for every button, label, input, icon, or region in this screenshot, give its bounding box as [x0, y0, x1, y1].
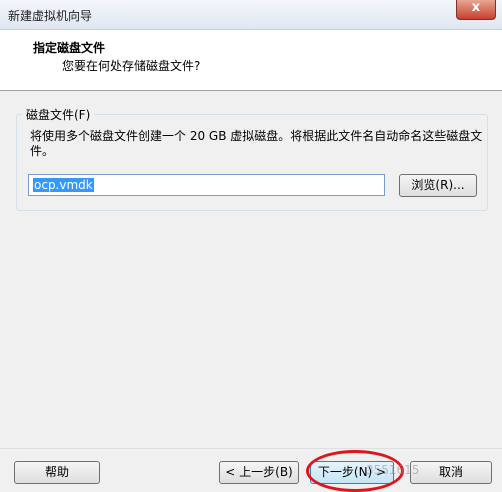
close-button[interactable]: x — [456, 0, 496, 20]
close-icon: x — [471, 0, 481, 15]
help-button[interactable]: 帮助 — [14, 461, 100, 484]
title-bar: 新建虚拟机向导 x — [0, 0, 502, 30]
wizard-content: 磁盘文件(F) 将使用多个磁盘文件创建一个 20 GB 虚拟磁盘。将根据此文件名… — [0, 91, 502, 448]
page-subtitle: 您要在何处存储磁盘文件? — [62, 59, 201, 73]
window-title: 新建虚拟机向导 — [8, 9, 93, 23]
disk-file-description: 将使用多个磁盘文件创建一个 20 GB 虚拟磁盘。将根据此文件名自动命名这些磁盘… — [30, 129, 483, 158]
wizard-footer: 帮助 < 上一步(B) 下一步(N) > 取消 — [0, 448, 502, 492]
back-button[interactable]: < 上一步(B) — [219, 461, 299, 484]
disk-file-group-label: 磁盘文件(F) — [22, 106, 95, 123]
disk-file-input[interactable]: ocp.vmdk — [28, 174, 385, 196]
cancel-button[interactable]: 取消 — [410, 461, 492, 484]
browse-button[interactable]: 浏览(R)... — [399, 174, 477, 197]
wizard-header: 指定磁盘文件 您要在何处存储磁盘文件? — [0, 30, 502, 91]
page-title: 指定磁盘文件 — [33, 41, 106, 55]
next-button[interactable]: 下一步(N) > — [310, 461, 394, 484]
disk-file-input-value: ocp.vmdk — [33, 178, 94, 192]
